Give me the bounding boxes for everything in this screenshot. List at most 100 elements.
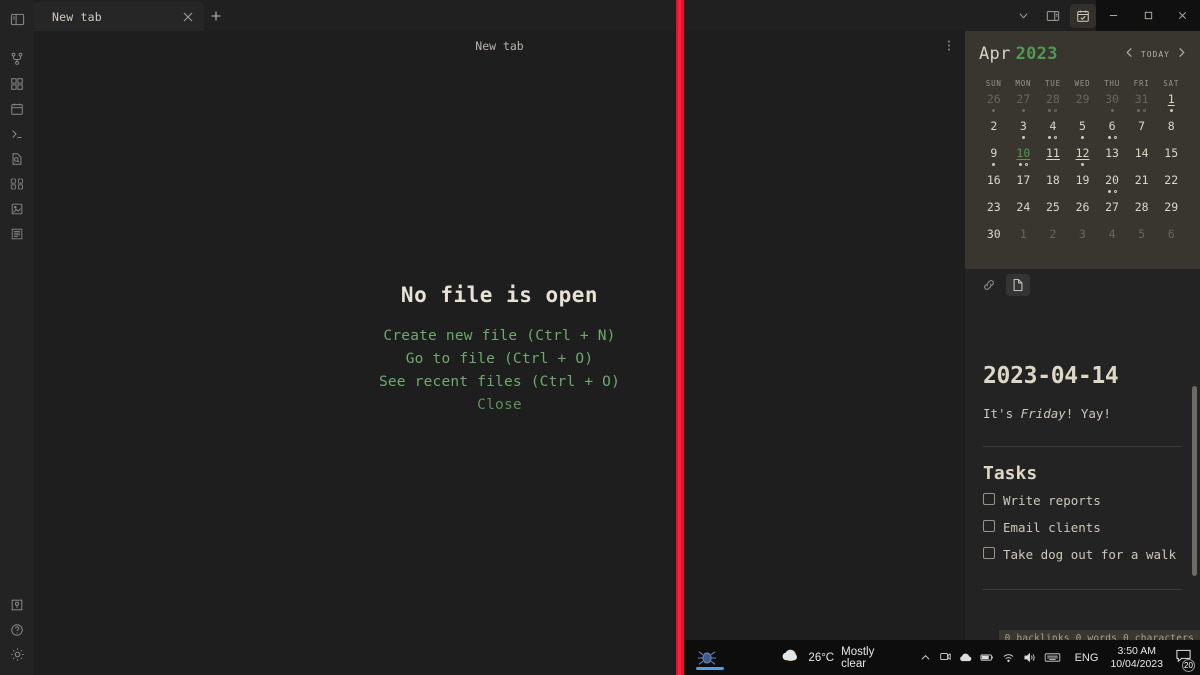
calendar-day[interactable]: 30 [1097,93,1127,120]
backlinks-icon[interactable] [977,274,1001,296]
note-body[interactable]: 2023-04-14 It's Friday! Yay! Tasks Write… [965,345,1200,675]
calendar-icon[interactable] [0,96,34,121]
tab-new-tab[interactable]: New tab [34,2,204,31]
calendar-day[interactable]: 24 [1009,201,1039,228]
calendar-day[interactable]: 13 [1097,147,1127,174]
battery-icon[interactable] [980,648,994,667]
weather-widget[interactable]: 26°C Mostly clear [782,646,889,670]
calendar-day[interactable]: 29 [1156,201,1186,228]
chevron-left-icon[interactable] [1125,47,1134,62]
grid-dashboard-icon[interactable] [0,71,34,96]
calendar-day[interactable]: 9 [979,147,1009,174]
calendar-day[interactable]: 3 [1068,228,1098,255]
sidebar-toggle-icon[interactable] [0,7,34,32]
git-branch-icon[interactable] [0,46,34,71]
calendar-day[interactable]: 25 [1038,201,1068,228]
keyboard-icon[interactable] [1044,648,1061,667]
calendar-day[interactable]: 27 [1097,201,1127,228]
calendar-day[interactable]: 23 [979,201,1009,228]
calendar-day[interactable]: 2 [1038,228,1068,255]
calendar-day[interactable]: 20 [1097,174,1127,201]
calendar-day[interactable]: 4 [1097,228,1127,255]
close-icon[interactable] [1165,0,1200,31]
calendar-day[interactable]: 1 [1156,93,1186,120]
task-checkbox[interactable] [983,547,995,559]
note-dot-icon [1107,190,1111,193]
calendar-day[interactable]: 2 [979,120,1009,147]
chevron-down-icon[interactable] [1010,4,1036,28]
task-checkbox[interactable] [983,520,995,532]
calendar-day[interactable]: 5 [1068,120,1098,147]
calendar-day[interactable]: 1 [1009,228,1039,255]
plus-icon[interactable] [206,7,226,25]
calendar-day[interactable]: 17 [1009,174,1039,201]
calendar-day[interactable]: 3 [1009,120,1039,147]
calendar-check-icon[interactable] [1070,3,1096,28]
task-checkbox[interactable] [983,493,995,505]
calendar-day[interactable]: 19 [1068,174,1098,201]
webcam-icon[interactable] [939,648,951,667]
document-icon[interactable] [1006,274,1030,296]
volume-icon[interactable] [1023,648,1036,667]
bug-app-icon[interactable] [684,649,730,670]
minimize-icon[interactable] [1096,0,1131,31]
list-icon[interactable] [0,221,34,246]
calendar-day[interactable]: 11 [1038,147,1068,174]
terminal-icon[interactable] [0,121,34,146]
calendar-day[interactable]: 6 [1156,228,1186,255]
binary-icon[interactable] [0,171,34,196]
calendar-day[interactable]: 28 [1038,93,1068,120]
key-lock-icon[interactable] [0,592,34,617]
calendar-day[interactable]: 22 [1156,174,1186,201]
cloud-icon[interactable] [959,648,972,667]
calendar-day[interactable]: 5 [1127,228,1157,255]
maximize-icon[interactable] [1131,0,1166,31]
create-new-file-link[interactable]: Create new file (Ctrl + N) [34,328,965,344]
calendar-day[interactable]: 26 [979,93,1009,120]
go-to-file-link[interactable]: Go to file (Ctrl + O) [34,351,965,367]
calendar-day[interactable]: 15 [1156,147,1186,174]
calendar-day-dots [1097,161,1127,168]
chevron-up-icon[interactable] [920,648,931,667]
calendar-day[interactable]: 26 [1068,201,1098,228]
editor-area: New tab · · · No file is open Create new f… [34,31,965,675]
note-dot-icon [1080,163,1084,166]
notification-icon[interactable]: 20 [1175,648,1195,672]
calendar-day[interactable]: 4 [1038,120,1068,147]
task-item[interactable]: Email clients [983,518,1182,538]
note-scrollbar[interactable] [1192,386,1197,576]
file-search-icon[interactable] [0,146,34,171]
calendar-day[interactable]: 30 [979,228,1009,255]
calendar-day[interactable]: 6 [1097,120,1127,147]
calendar-day[interactable]: 16 [979,174,1009,201]
calendar-day[interactable]: 12 [1068,147,1098,174]
right-panel-toggle-icon[interactable] [1040,4,1066,28]
calendar-day[interactable]: 29 [1068,93,1098,120]
calendar-day[interactable]: 27 [1009,93,1039,120]
help-icon[interactable] [0,617,34,642]
today-button[interactable]: TODAY [1141,50,1170,59]
calendar-day[interactable]: 28 [1127,201,1157,228]
task-item[interactable]: Write reports [983,491,1182,511]
see-recent-files-link[interactable]: See recent files (Ctrl + O) [34,374,965,390]
calendar-day-dots [1038,215,1068,222]
wifi-icon[interactable] [1002,648,1015,667]
gear-icon[interactable] [0,642,34,667]
close-icon[interactable] [180,9,196,25]
split-divider[interactable] [676,0,684,675]
more-options-icon[interactable]: · · · [945,36,953,56]
calendar-day[interactable]: 8 [1156,120,1186,147]
calendar-day-dots [1009,215,1039,222]
calendar-day[interactable]: 10 [1009,147,1039,174]
calendar-day[interactable]: 7 [1127,120,1157,147]
image-icon[interactable] [0,196,34,221]
clock[interactable]: 3:50 AM 10/04/2023 [1110,645,1163,671]
calendar-day[interactable]: 14 [1127,147,1157,174]
calendar-day[interactable]: 31 [1127,93,1157,120]
calendar-day[interactable]: 18 [1038,174,1068,201]
chevron-right-icon[interactable] [1177,47,1186,62]
task-item[interactable]: Take dog out for a walk [983,545,1182,565]
calendar-day[interactable]: 21 [1127,174,1157,201]
close-link[interactable]: Close [34,397,965,413]
language-indicator[interactable]: ENG [1075,652,1099,664]
